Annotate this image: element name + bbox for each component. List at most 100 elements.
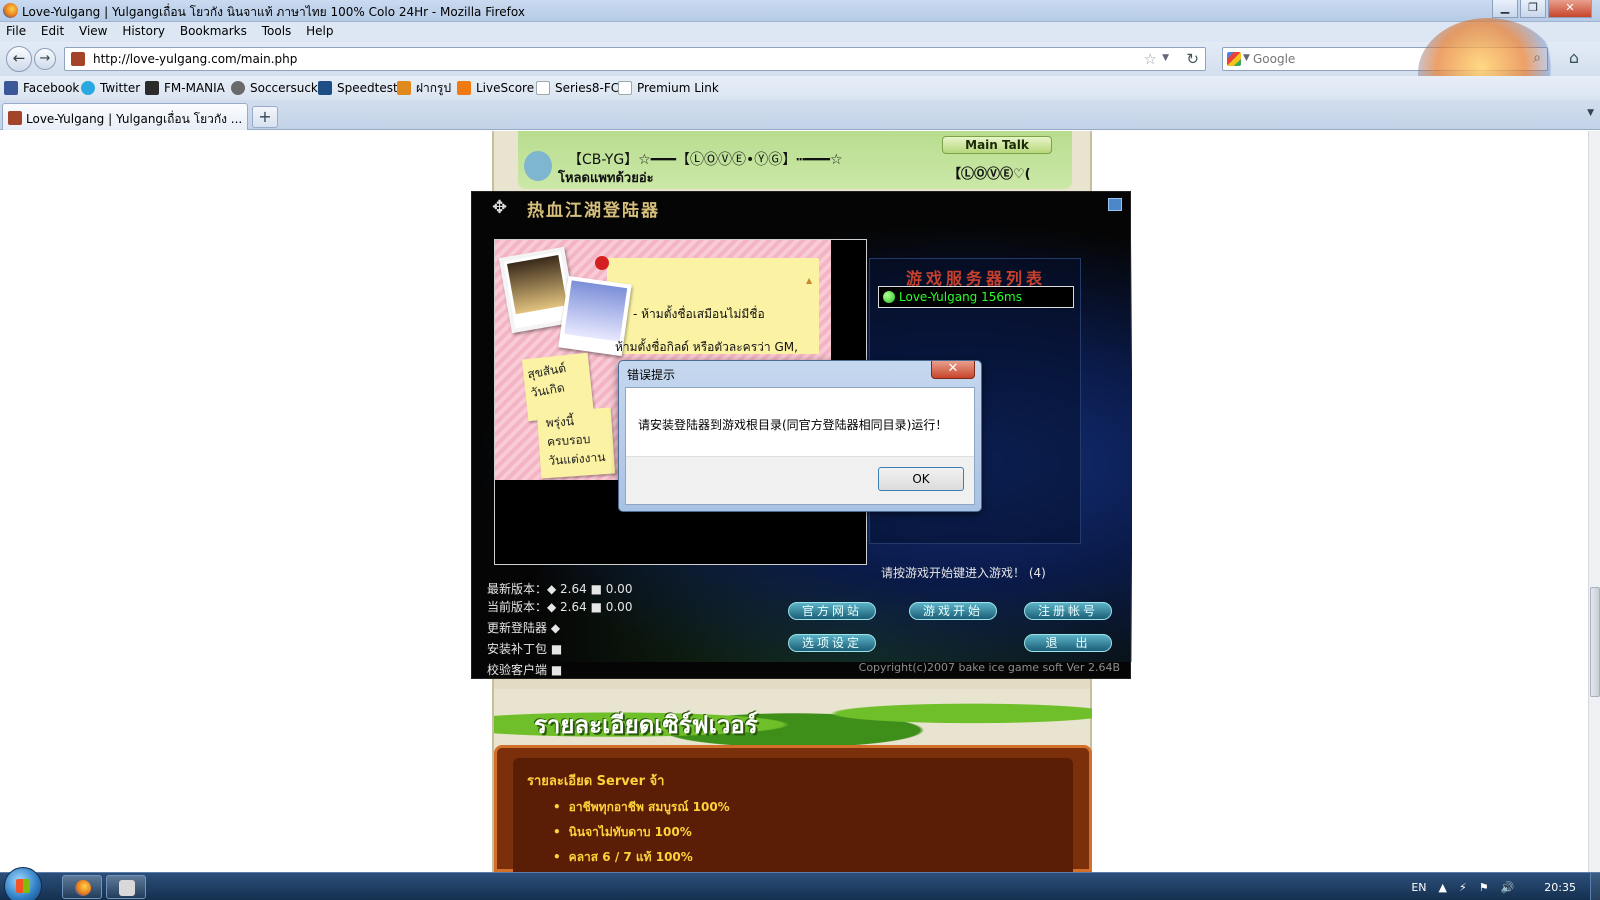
menu-bar: File Edit View History Bookmarks Tools H…: [0, 22, 1600, 42]
menu-file[interactable]: File: [0, 22, 31, 38]
bookmark-premium-link[interactable]: Premium Link: [618, 80, 719, 96]
ok-button[interactable]: OK: [878, 467, 964, 491]
bookmark-star-icon[interactable]: ☆: [1144, 50, 1157, 68]
notice-rule: ห้ามตั้งชื่อกิลด์ หรือตัวละครว่า GM,: [615, 340, 798, 354]
firefox-icon: [75, 880, 91, 896]
search-icon[interactable]: ⌕: [1533, 50, 1541, 66]
maximize-button[interactable]: ❐: [1520, 0, 1546, 18]
main-talk-button[interactable]: Main Talk: [942, 136, 1052, 154]
search-input[interactable]: [1253, 50, 1513, 68]
search-bar[interactable]: ▼ ⌕: [1222, 47, 1548, 71]
bookmark-fakroop[interactable]: ฝากรูป: [397, 80, 451, 96]
bookmark-livescore[interactable]: LiveScore: [457, 80, 534, 96]
menu-help[interactable]: Help: [300, 22, 338, 38]
minimize-button[interactable]: ▁: [1492, 0, 1518, 18]
menu-tools[interactable]: Tools: [256, 22, 297, 38]
windows-logo-icon: [16, 879, 30, 893]
bookmark-soccersuck[interactable]: Soccersuck: [231, 80, 318, 96]
server-features-list: อาชีพทุกอาชีพ สมบูรณ์ 100% นินจาไม่ทับดา…: [567, 798, 730, 872]
chat-message-text: โหลดแพทด้วยอ่ะ: [558, 171, 654, 186]
start-game-button[interactable]: 游戏开始: [909, 602, 997, 620]
error-dialog: 错误提示 ✕ 请安装登陆器到游戏根目录(同官方登陆器相同目录)运行！ OK: [618, 360, 982, 512]
sticky-note-text: สุขสันต์ วันเกิด: [526, 360, 568, 401]
scrollbar-thumb[interactable]: [1590, 587, 1600, 697]
menu-history[interactable]: History: [116, 22, 170, 38]
language-indicator[interactable]: EN: [1411, 881, 1426, 894]
fm-mania-icon: [145, 81, 159, 95]
dialog-message: 请安装登陆器到游戏根目录(同官方登陆器相同目录)运行！: [638, 418, 948, 432]
exit-button[interactable]: 退 出: [1024, 634, 1112, 652]
show-desktop-button[interactable]: [1590, 873, 1600, 900]
update-launcher-status: 更新登陆器 ◆: [487, 621, 561, 635]
action-center-icon[interactable]: ⚑: [1479, 881, 1489, 894]
back-button[interactable]: ←: [6, 46, 32, 72]
site-favicon: [8, 111, 22, 125]
clock[interactable]: 20:35: [1544, 881, 1576, 894]
official-site-button[interactable]: 官方网站: [788, 602, 876, 620]
tab-love-yulgang[interactable]: Love-Yulgang | Yulgangเถื่อน โยวกัง ...: [2, 103, 248, 130]
bookmark-twitter[interactable]: Twitter: [81, 80, 140, 96]
url-history-dropdown-icon[interactable]: ▼: [1162, 53, 1169, 63]
list-item: คลาส 6 / 7 แท้ 100%: [567, 848, 730, 867]
launcher-title: 热血江湖登陆器: [527, 201, 660, 221]
speedtest-icon: [318, 81, 332, 95]
page-icon: [618, 81, 632, 95]
taskbar-launcher[interactable]: [106, 875, 146, 899]
register-account-button[interactable]: 注册帐号: [1024, 602, 1112, 620]
url-bar[interactable]: http://love-yulgang.com/main.php ☆ ▼ ↻: [64, 47, 1206, 71]
notice-rule: - ห้ามตั้งชื่อเสมือนไม่มีชื่อ: [633, 307, 765, 321]
window-titlebar: Love-Yulgang | Yulgangเถื่อน โยวกัง นินจ…: [0, 0, 1600, 22]
list-item: นินจาไม่ทับดาบ 100%: [567, 823, 730, 842]
menu-bookmarks[interactable]: Bookmarks: [174, 22, 252, 38]
back-arrow-icon: ←: [12, 49, 26, 67]
search-engine-dropdown-icon[interactable]: ▼: [1243, 53, 1250, 63]
launcher-minimize-button[interactable]: [1108, 198, 1122, 211]
start-button[interactable]: [4, 867, 42, 900]
current-version: 当前版本：◆ 2.64 ■ 0.00: [487, 600, 633, 614]
google-icon[interactable]: [1227, 52, 1241, 66]
chat-avatar: [524, 151, 552, 181]
chat-box: 【CB-YG】☆━━━【ⓁⓄⓋⒺ•ⓎⒼ】┅━━━☆ โหลดแพทด้วยอ่ะ…: [518, 131, 1072, 189]
dialog-footer: OK: [626, 456, 974, 504]
notice-scroll-up-icon[interactable]: ▲: [806, 276, 812, 285]
bookmark-fm-mania[interactable]: FM-MANIA: [145, 80, 225, 96]
server-status-icon: [883, 291, 895, 303]
forward-arrow-icon: →: [39, 51, 51, 66]
menu-view[interactable]: View: [73, 22, 112, 38]
server-details-inner: รายละเอียด Server จ้า อาชีพทุกอาชีพ สมบู…: [513, 758, 1073, 872]
network-icon[interactable]: ⚡: [1459, 881, 1467, 894]
bookmark-facebook[interactable]: Facebook: [4, 80, 79, 96]
bookmark-series8-fc[interactable]: Series8-FC: [536, 80, 619, 96]
new-tab-button[interactable]: +: [252, 106, 278, 128]
dialog-title: 错误提示: [627, 368, 676, 382]
site-favicon: [71, 52, 85, 66]
volume-icon[interactable]: 🔊: [1501, 881, 1515, 894]
home-button[interactable]: ⌂: [1562, 48, 1586, 70]
page-scrollbar[interactable]: [1588, 131, 1600, 872]
url-text[interactable]: http://love-yulgang.com/main.php: [93, 52, 297, 66]
options-button[interactable]: 选项设定: [788, 634, 876, 652]
tab-list-dropdown-icon[interactable]: ▼: [1587, 108, 1594, 118]
firefox-icon: [3, 3, 18, 18]
press-start-hint: 请按游戏开始键进入游戏！ (4): [881, 566, 1046, 580]
reload-icon[interactable]: ↻: [1186, 50, 1199, 68]
server-entry[interactable]: Love-Yulgang 156ms: [878, 286, 1074, 308]
tab-label: Love-Yulgang | Yulgangเถื่อน โยวกัง ...: [26, 112, 243, 126]
menu-edit[interactable]: Edit: [35, 22, 69, 38]
forward-button[interactable]: →: [34, 48, 56, 70]
window-title: Love-Yulgang | Yulgangเถื่อน โยวกัง นินจ…: [22, 5, 525, 19]
tab-bar: Love-Yulgang | Yulgangเถื่อน โยวกัง ... …: [0, 100, 1600, 130]
page-icon: [536, 81, 550, 95]
show-hidden-icons-icon[interactable]: ▲: [1439, 881, 1447, 894]
copyright-text: Copyright(c)2007 bake ice game soft Ver …: [858, 661, 1120, 674]
soccersuck-icon: [231, 81, 245, 95]
list-item: อาชีพทุกอาชีพ สมบูรณ์ 100%: [567, 798, 730, 817]
bookmark-speedtest[interactable]: Speedtest: [318, 80, 398, 96]
taskbar: EN ▲ ⚡ ⚑ 🔊 20:35: [0, 867, 1600, 900]
close-window-button[interactable]: ✕: [1548, 0, 1592, 18]
home-icon: ⌂: [1568, 48, 1580, 67]
dialog-body: 请安装登陆器到游戏根目录(同官方登陆器相同目录)运行！ OK: [625, 387, 975, 505]
dialog-close-button[interactable]: ✕: [931, 361, 975, 379]
navigation-toolbar: ← → http://love-yulgang.com/main.php ☆ ▼…: [0, 42, 1600, 76]
taskbar-firefox[interactable]: [62, 875, 102, 899]
